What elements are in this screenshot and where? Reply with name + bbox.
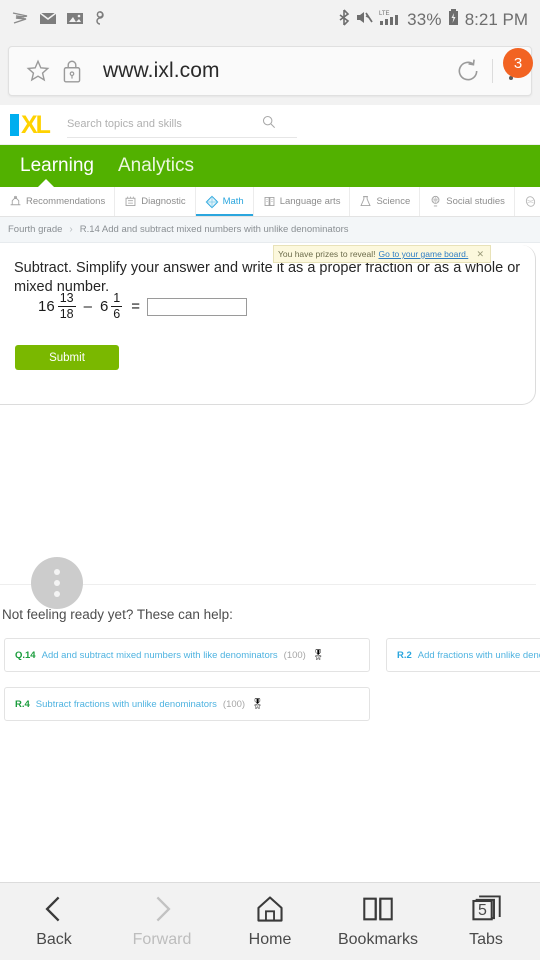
term2-numerator: 1 [113,291,121,305]
help-section-title: Not feeling ready yet? These can help: [2,607,233,622]
subject-tab-bar: Recommendations Diagnostic Math Language… [0,187,540,217]
logo-bar-icon [10,113,19,136]
tab-count: 5 [478,902,487,919]
tab-science[interactable]: Science [350,187,421,216]
back-button[interactable]: Back [4,894,104,949]
tab-label: Social studies [446,196,505,207]
term2-denominator: 6 [113,307,121,322]
bookmark-star-icon[interactable] [21,58,55,84]
tab-label: Language arts [279,196,341,207]
home-button[interactable]: Home [220,894,320,949]
tab-recommendations[interactable]: Recommendations [0,187,116,216]
search-input[interactable] [66,118,262,130]
skill-score: (100) [222,698,246,710]
list-item[interactable]: R.4 Subtract fractions with unlike denom… [4,687,370,721]
lock-icon [55,58,89,84]
term1-fraction: 13 18 [57,291,76,322]
prize-text: You have prizes to reveal! [278,249,376,259]
skill-code: Q.14 [15,649,36,661]
chevron-right-icon: › [69,224,73,235]
close-icon[interactable]: ✕ [474,249,486,260]
tab-social-studies[interactable]: Social studies [420,187,515,216]
skill-code: R.4 [15,698,30,710]
mute-icon [356,10,373,30]
tab-label: Science [376,196,411,207]
overflow-menu-icon[interactable]: 3 [497,48,533,80]
tabs-icon: 5 [469,894,503,924]
tabs-button[interactable]: 5 Tabs [436,894,536,949]
primary-nav: Learning Analytics [0,145,540,187]
tab-language-arts[interactable]: Language arts [254,187,351,216]
bluetooth-icon [338,9,350,31]
breadcrumb-grade[interactable]: Fourth grade [8,224,62,235]
prize-banner: You have prizes to reveal! Go to your ga… [273,245,491,263]
signal-lte-icon: LTE [379,9,401,31]
breadcrumb: Fourth grade › R.14 Add and subtract mix… [0,217,540,243]
battery-percent: 33% [407,10,442,29]
notification-badge[interactable]: 3 [503,48,533,78]
tab-math[interactable]: Math [195,187,254,216]
sprint-icon [12,10,30,31]
bookmarks-button[interactable]: Bookmarks [328,894,428,949]
more-options-icon[interactable] [31,557,83,609]
answer-input[interactable] [147,297,247,316]
tab-label: Math [222,196,244,207]
bookmarks-label: Bookmarks [337,931,419,948]
skill-name[interactable]: Subtract fractions with unlike denominat… [36,699,217,710]
tabs-label: Tabs [469,931,503,948]
skill-score: (100) [283,649,306,661]
forward-label: Forward [132,931,192,948]
ixl-logo[interactable]: XL [10,110,51,139]
clock: 8:21 PM [464,10,528,29]
nav-item-learning[interactable]: Learning [8,155,106,177]
game-board-link[interactable]: Go to your game board. [379,249,469,259]
home-label: Home [248,931,292,948]
android-status-bar: LTE 33% 8:21 PM [0,0,540,40]
phone-screen: LTE 33% 8:21 PM www.ixl.com 3 XL Search … [0,0,540,960]
link-icon [93,10,107,31]
ixl-site-header: XL [0,105,540,145]
search-icon[interactable] [262,115,276,134]
browser-toolbar: www.ixl.com 3 [0,40,540,105]
term2-whole: 6 [99,298,109,316]
skill-code: R.2 [397,649,412,661]
reload-icon[interactable] [448,58,488,84]
breadcrumb-skill: R.14 Add and subtract mixed numbers with… [79,224,349,235]
medal-icon: 🎖 [251,698,264,710]
list-item[interactable]: R.2 Add fractions with unlike deno [386,638,540,672]
submit-button[interactable]: Submit [15,345,119,370]
medal-icon: 🎖 [311,649,325,661]
tab-label: Diagnostic [141,196,186,207]
term1-denominator: 18 [59,307,74,322]
term2-fraction: 1 6 [111,291,123,322]
email-icon [39,11,57,30]
site-search[interactable] [66,112,297,138]
minus-operator: – [83,298,92,316]
browser-bottom-nav: Back Forward Home Bookmarks 5 Tabs [0,882,540,960]
nav-item-analytics[interactable]: Analytics [106,155,206,177]
gallery-icon [66,11,84,30]
url-text[interactable]: www.ixl.com [89,59,448,83]
list-item[interactable]: Q.14 Add and subtract mixed numbers with… [4,638,370,672]
tab-spanish[interactable] [515,187,540,216]
forward-button[interactable]: Forward [112,894,212,949]
tab-diagnostic[interactable]: Diagnostic [115,187,196,216]
battery-icon [448,9,459,31]
logo-text: XL [21,110,51,139]
svg-text:LTE: LTE [379,11,390,17]
term1-numerator: 13 [59,291,74,305]
skill-name[interactable]: Add fractions with unlike deno [418,650,540,661]
active-nav-indicator [38,179,54,187]
back-label: Back [36,931,72,948]
equals-sign: = [131,298,140,316]
skill-name[interactable]: Add and subtract mixed numbers with like… [42,650,278,661]
url-bar[interactable]: www.ixl.com 3 [8,46,533,96]
tab-label: Recommendations [26,196,106,207]
math-expression: 16 13 18 – 6 1 6 = [38,291,247,322]
term1-whole: 16 [38,298,55,316]
toolbar-divider [492,59,493,83]
